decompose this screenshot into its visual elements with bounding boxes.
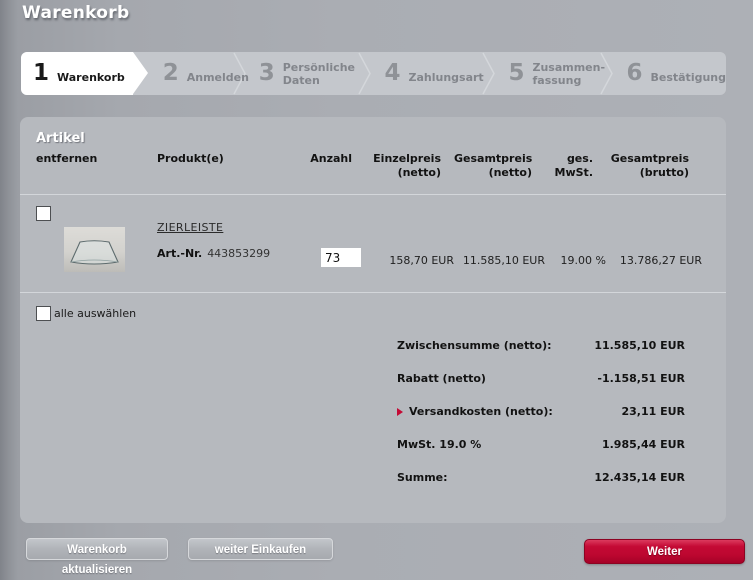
article-number-value: 443853299 — [207, 247, 270, 260]
select-all-control: alle auswählen — [36, 306, 136, 321]
step-label: Warenkorb — [57, 71, 125, 84]
article-number-label: Art.-Nr. — [157, 247, 202, 260]
step-label: Bestätigung — [650, 71, 726, 84]
item-remove-cell — [36, 195, 157, 292]
product-link[interactable]: ZIERLEISTE — [157, 221, 223, 234]
active-step-arrow — [133, 52, 148, 94]
item-unit-price-net: 158,70 EUR — [362, 254, 454, 292]
step-warenkorb[interactable]: 1 Warenkorb — [21, 52, 133, 95]
col-header-entfernen: entfernen — [36, 152, 157, 180]
article-number-line: Art.-Nr. 443853299 — [157, 247, 307, 260]
item-total-gross: 13.786,27 EUR — [606, 254, 702, 292]
col-header-einzelpreis: Einzelpreis(netto) — [362, 152, 454, 180]
cart-panel: Artikel entfernen Produkt(e) Anzahl Einz… — [20, 117, 726, 523]
step-label: Anmelden — [187, 71, 249, 84]
summary-row-shipping: Versandkosten (netto): 23,11 EUR — [397, 395, 685, 428]
col-header-mwst: ges.MwSt. — [545, 152, 606, 180]
red-arrow-icon — [397, 408, 403, 416]
checkout-steps: 1 Warenkorb 2 Anmelden 3 Persönliche Dat… — [21, 52, 726, 95]
summary-row-total: Summe: 12.435,14 EUR — [397, 461, 685, 494]
section-title: Artikel — [36, 131, 726, 146]
select-all-label: alle auswählen — [54, 307, 136, 320]
step-label: Persönliche Daten — [283, 61, 353, 87]
item-total-net: 11.585,10 EUR — [454, 254, 545, 292]
step-number: 5 — [508, 62, 524, 85]
remove-item-checkbox[interactable] — [36, 206, 51, 221]
step-number: 1 — [33, 62, 49, 85]
cart-header-row: entfernen Produkt(e) Anzahl Einzelpreis(… — [20, 152, 726, 180]
step-number: 2 — [163, 62, 179, 85]
product-image[interactable] — [64, 227, 125, 272]
item-vat-rate: 19.00 % — [545, 254, 606, 292]
quantity-input[interactable] — [321, 248, 361, 267]
col-header-gesamtpreis-brutto: Gesamtpreis(brutto) — [606, 152, 702, 180]
summary-row-vat: MwSt. 19.0 % 1.985,44 EUR — [397, 428, 685, 461]
step-number: 6 — [626, 62, 642, 85]
col-header-anzahl: Anzahl — [307, 152, 362, 180]
step-bestaetigung[interactable]: 6 Bestätigung — [614, 52, 726, 95]
summary-row-subtotal: Zwischensumme (netto): 11.585,10 EUR — [397, 329, 685, 362]
step-number: 3 — [259, 62, 275, 85]
summary-row-discount: Rabatt (netto) -1.158,51 EUR — [397, 362, 685, 395]
update-cart-button[interactable]: Warenkorb aktualisieren — [26, 538, 168, 560]
col-header-gesamtpreis-netto: Gesamtpreis(netto) — [454, 152, 545, 180]
cart-summary: Zwischensumme (netto): 11.585,10 EUR Rab… — [397, 329, 685, 494]
step-persoenliche-daten[interactable]: 3 Persönliche Daten — [247, 52, 359, 95]
continue-shopping-button[interactable]: weiter Einkaufen — [188, 538, 333, 560]
cart-item-row: ZIERLEISTE Art.-Nr.443853299 158,70 EUR … — [20, 195, 726, 292]
cart-footer: alle auswählen Zwischensumme (netto): 11… — [20, 293, 726, 512]
page-title: Warenkorb — [22, 3, 129, 23]
chevron-right-icon — [358, 52, 372, 95]
step-label: Zusammen-fassung — [532, 61, 602, 87]
item-quantity-cell — [307, 195, 362, 292]
step-zahlungsart[interactable]: 4 Zahlungsart — [372, 52, 482, 95]
chevron-right-icon — [600, 52, 614, 95]
step-label: Zahlungsart — [408, 71, 483, 84]
item-product-cell: ZIERLEISTE Art.-Nr. 443853299 — [157, 195, 307, 292]
step-number: 4 — [384, 62, 400, 85]
step-anmelden[interactable]: 2 Anmelden — [133, 52, 233, 95]
col-header-produkte: Produkt(e) — [157, 152, 307, 180]
chevron-right-icon — [482, 52, 496, 95]
select-all-checkbox[interactable] — [36, 306, 51, 321]
step-zusammenfassung[interactable]: 5 Zusammen-fassung — [496, 52, 600, 95]
next-button[interactable]: Weiter — [584, 539, 745, 564]
